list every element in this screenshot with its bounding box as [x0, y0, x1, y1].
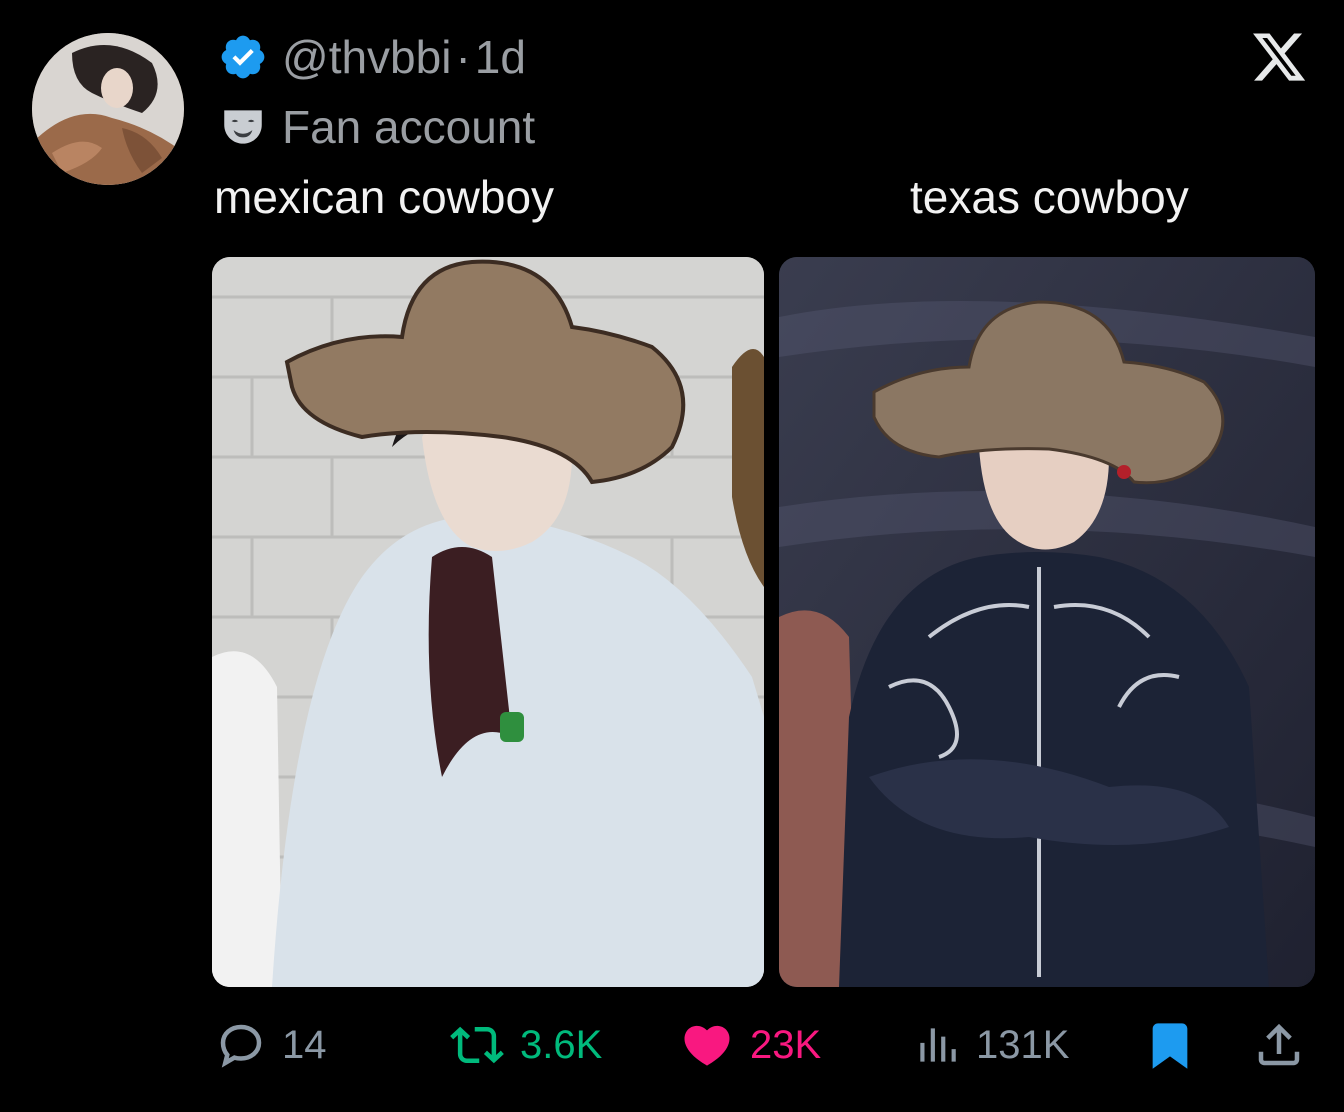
repost-count: 3.6K [520, 1022, 603, 1067]
caption-right: texas cowboy [910, 171, 1189, 223]
reply-icon [220, 1024, 262, 1068]
views-count: 131K [976, 1022, 1070, 1067]
photo-left[interactable] [212, 257, 764, 987]
avatar[interactable] [32, 33, 184, 185]
post-card: @thvbbi · 1d Fan account mexican cowboy … [0, 0, 1344, 1112]
account-label-row: Fan account [218, 100, 535, 154]
views-action[interactable]: 131K [912, 1015, 1069, 1075]
repost-icon [450, 1026, 504, 1064]
x-logo-icon[interactable] [1250, 28, 1308, 86]
heart-icon [684, 1025, 730, 1066]
reply-action[interactable]: 14 [214, 1015, 327, 1075]
repost-action[interactable]: 3.6K [448, 1015, 602, 1075]
post-time[interactable]: 1d [475, 30, 526, 84]
account-label: Fan account [282, 101, 536, 153]
verified-badge-icon [221, 35, 265, 79]
like-action[interactable]: 23K [678, 1015, 821, 1075]
photo-left-image [212, 257, 764, 987]
views-icon [920, 1028, 956, 1062]
photo-right[interactable] [779, 257, 1315, 987]
author-handle[interactable]: @thvbbi [282, 30, 451, 84]
share-icon[interactable] [1252, 1017, 1306, 1073]
action-bar: 14 3.6K 23K 131K [0, 1015, 1344, 1075]
like-count: 23K [750, 1022, 822, 1067]
photo-right-image [779, 257, 1315, 987]
caption-left: mexican cowboy [214, 171, 555, 223]
separator: · [455, 31, 471, 83]
avatar-image [32, 33, 184, 185]
post-header: @thvbbi · 1d [218, 30, 526, 84]
reply-count: 14 [282, 1022, 327, 1067]
theater-mask-icon [224, 110, 262, 144]
bookmark-icon[interactable] [1144, 1017, 1196, 1073]
